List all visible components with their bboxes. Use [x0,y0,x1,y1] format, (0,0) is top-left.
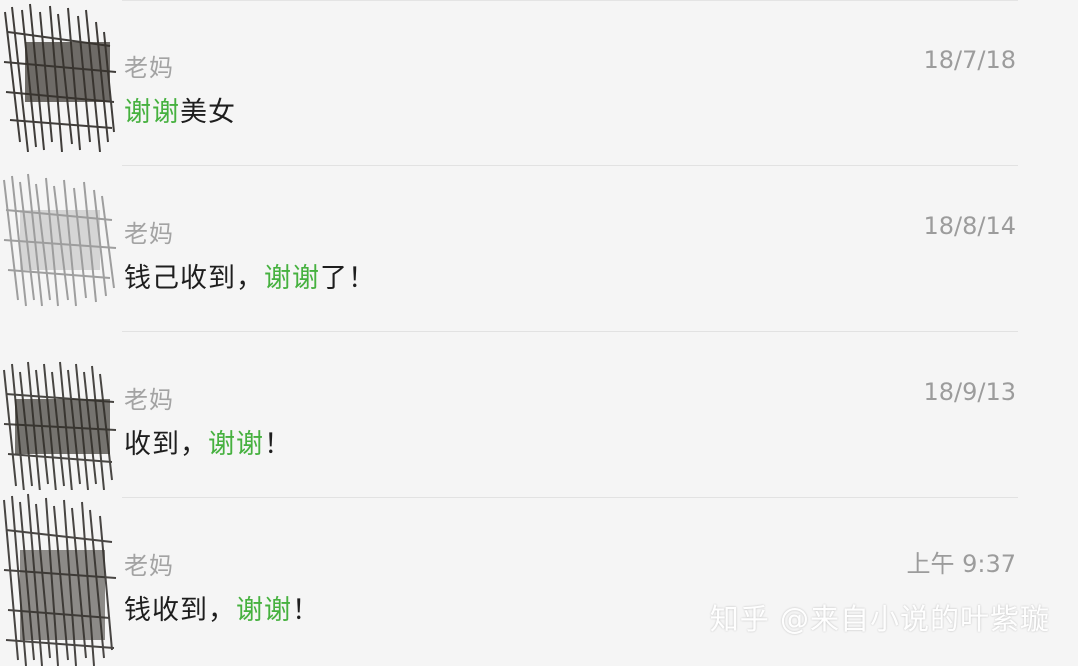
sender-name: 老妈 [124,220,174,248]
sender-name: 老妈 [124,552,174,580]
sender-name: 老妈 [124,386,174,414]
sender-name: 老妈 [124,54,174,82]
avatar[interactable] [0,2,118,152]
chat-row[interactable]: 老妈 18/8/14 钱己收到，谢谢了！ [0,160,1078,332]
keyword-highlight: 谢谢 [264,263,320,294]
message-preview: 钱己收到，谢谢了！ [124,256,376,295]
avatar-scribble-icon [0,354,118,504]
keyword-highlight: 谢谢 [236,595,292,626]
message-time: 18/7/18 [923,46,1016,74]
avatar[interactable] [0,160,118,310]
message-text: 收到， [124,429,208,460]
chat-row[interactable]: 老妈 18/7/18 谢谢美女 [0,0,1078,166]
message-time: 上午 9:37 [906,550,1016,578]
message-time: 18/9/13 [923,378,1016,406]
message-time: 18/8/14 [923,212,1016,240]
chat-row[interactable]: 老妈 18/9/13 收到，谢谢！ [0,332,1078,504]
avatar-scribble-icon [0,2,118,152]
avatar-scribble-icon [0,160,118,310]
message-preview: 收到，谢谢！ [124,422,292,461]
chat-row[interactable]: 老妈 上午 9:37 钱收到，谢谢！ [0,490,1078,666]
message-text: 了！ [320,263,376,294]
message-text: 钱己收到， [124,263,264,294]
message-preview: 谢谢美女 [124,90,236,129]
keyword-highlight: 谢谢 [124,97,180,128]
message-text: 美女 [180,97,236,128]
avatar-scribble-icon [0,490,118,666]
message-text: ！ [264,429,292,460]
watermark: 知乎 @来自小说的叶紫璇 [709,602,1050,636]
avatar[interactable] [0,354,118,504]
message-text: ！ [292,595,320,626]
keyword-highlight: 谢谢 [208,429,264,460]
message-text: 钱收到， [124,595,236,626]
chat-list: 老妈 18/7/18 谢谢美女 老妈 18/8/14 钱己收到，谢谢了！ 老妈 … [0,0,1078,666]
avatar[interactable] [0,490,118,666]
message-preview: 钱收到，谢谢！ [124,588,320,627]
